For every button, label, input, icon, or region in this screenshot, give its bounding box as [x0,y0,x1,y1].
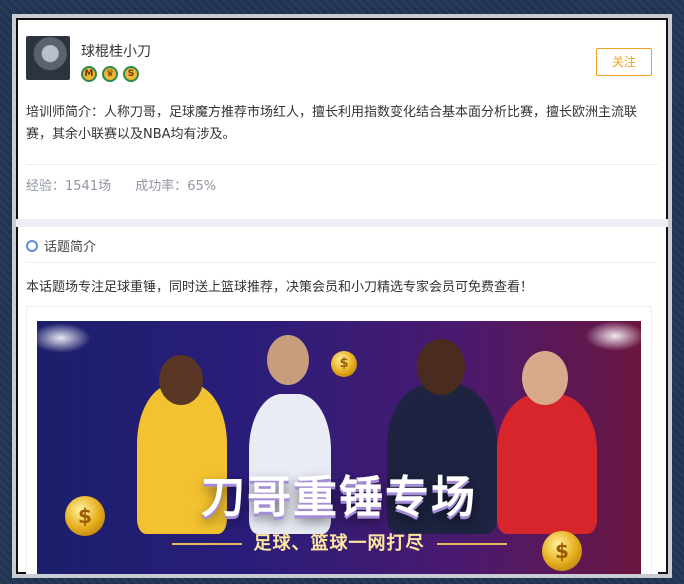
expert-header: 球棍桂小刀 M ♛ S 关注 [26,26,658,88]
topic-icon [26,239,38,252]
expert-card: 球棍桂小刀 M ♛ S 关注 培训师简介：人称刀哥，足球魔方推荐市场红人，擅长利… [16,26,668,574]
topic-heading: 话题简介 [26,236,96,255]
stage-light-left [37,323,91,353]
follow-button[interactable]: 关注 [596,48,652,76]
badge-crown-icon: ♛ [102,66,118,82]
badge-m-icon: M [81,66,97,82]
topic-title: 话题简介 [44,240,97,255]
banner-title: 刀哥重锤专场 [201,472,477,523]
section-divider [16,219,668,227]
card-frame: 球棍桂小刀 M ♛ S 关注 培训师简介：人称刀哥，足球魔方推荐市场红人，擅长利… [12,14,672,578]
player-head-2 [267,335,309,385]
banner-subtitle: 足球、篮球一网打尽 [37,529,641,555]
coin-icon: $ [331,351,357,377]
topic-divider [26,262,658,263]
experience-stat: 经验：1541场 [26,179,112,194]
avatar[interactable] [26,36,70,80]
expert-name[interactable]: 球棍桂小刀 [81,41,151,61]
promo-banner[interactable]: $ $ $ 刀哥重锤专场 足球、篮球一网打尽 [37,321,641,574]
success-rate-stat: 成功率：65% [135,179,217,194]
expert-stats: 经验：1541场 成功率：65% [26,164,658,197]
player-head-3 [417,339,465,395]
expert-intro: 培训师简介：人称刀哥，足球魔方推荐市场红人，擅长利用指数变化结合基本面分析比赛，… [26,105,638,142]
topic-description: 本话题场专注足球重锤，同时送上篮球推荐，决策会员和小刀精选专家会员可免费查看！ [26,280,534,295]
banner-container: $ $ $ 刀哥重锤专场 足球、篮球一网打尽 [26,306,652,574]
player-head-4 [522,351,568,405]
badge-s-icon: S [123,66,139,82]
stage-light-right [585,321,641,351]
player-head-1 [159,355,203,405]
badge-list: M ♛ S [81,66,139,82]
